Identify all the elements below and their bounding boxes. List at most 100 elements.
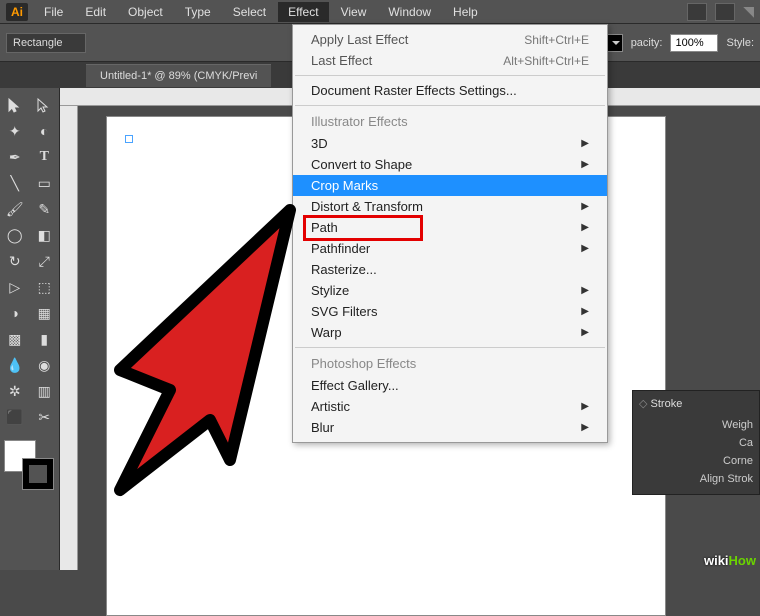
graph-tool[interactable]: ▥ (30, 378, 60, 404)
menu-select[interactable]: Select (223, 2, 276, 22)
gradient-tool[interactable]: ▮ (30, 326, 60, 352)
menu-section-photoshop: Photoshop Effects (293, 352, 607, 375)
menu-shortcut: Shift+Ctrl+E (524, 33, 589, 47)
menu-item-label: Pathfinder (311, 241, 370, 256)
menu-item-label: Warp (311, 325, 342, 340)
stroke-align-row[interactable]: Align Strok (639, 470, 753, 488)
stroke-corner-row[interactable]: Corne (639, 452, 753, 470)
menu-apply-last-effect[interactable]: Apply Last Effect Shift+Ctrl+E (293, 29, 607, 50)
ruler-vertical (60, 106, 78, 570)
line-tool[interactable]: ╲ (0, 170, 30, 196)
menu-item-label: Distort & Transform (311, 199, 423, 214)
menu-file[interactable]: File (34, 2, 73, 22)
direct-selection-tool[interactable] (30, 92, 60, 118)
menu-item-label: Rasterize... (311, 262, 377, 277)
menu-item-label: Convert to Shape (311, 157, 412, 172)
menu-svg-filters[interactable]: SVG Filters ▶ (293, 301, 607, 322)
app-logo: Ai (6, 3, 28, 21)
scale-tool[interactable]: ⤢ (30, 248, 60, 274)
menu-object[interactable]: Object (118, 2, 173, 22)
effect-menu-dropdown: Apply Last Effect Shift+Ctrl+E Last Effe… (292, 24, 608, 443)
menu-item-label: Crop Marks (311, 178, 378, 193)
submenu-arrow-icon: ▶ (581, 243, 589, 254)
menu-separator (295, 347, 605, 348)
rectangle-tool[interactable]: ▭ (30, 170, 60, 196)
menu-last-effect[interactable]: Last Effect Alt+Shift+Ctrl+E (293, 50, 607, 71)
menu-effect-gallery[interactable]: Effect Gallery... (293, 375, 607, 396)
menu-item-label: 3D (311, 136, 328, 151)
submenu-arrow-icon: ▶ (581, 159, 589, 170)
menu-section-illustrator: Illustrator Effects (293, 110, 607, 133)
pencil-tool[interactable]: ✎ (30, 196, 60, 222)
free-transform-tool[interactable]: ⬚ (30, 274, 60, 300)
menu-help[interactable]: Help (443, 2, 488, 22)
submenu-arrow-icon: ▶ (581, 285, 589, 296)
shape-selector[interactable]: Rectangle (6, 33, 86, 53)
menu-path[interactable]: Path▶ (293, 217, 607, 238)
lasso-tool[interactable]: ◐ (30, 118, 60, 144)
opacity-label: pacity: (631, 37, 663, 49)
eraser-tool[interactable]: ◧ (30, 222, 60, 248)
stroke-weight-row[interactable]: Weigh (639, 416, 753, 434)
menu-crop-marks[interactable]: Crop Marks (293, 175, 607, 196)
bridge-icon[interactable] (687, 3, 707, 21)
paintbrush-tool[interactable]: 🖌 (0, 196, 30, 222)
submenu-arrow-icon: ▶ (581, 422, 589, 433)
pen-tool[interactable]: ✒ (0, 144, 30, 170)
watermark: wikiHow (704, 553, 756, 568)
menu-window[interactable]: Window (378, 2, 441, 22)
menu-3d[interactable]: 3D ▶ (293, 133, 607, 154)
menu-separator (295, 75, 605, 76)
submenu-arrow-icon: ▶ (581, 201, 589, 212)
menu-item-label: Last Effect (311, 53, 372, 68)
menu-artistic[interactable]: Artistic▶ (293, 396, 607, 417)
rotate-tool[interactable]: ↻ (0, 248, 30, 274)
width-tool[interactable]: ▷ (0, 274, 30, 300)
slice-tool[interactable]: ✂ (30, 404, 60, 430)
selection-handle[interactable] (125, 135, 133, 143)
mesh-tool[interactable]: ▩ (0, 326, 30, 352)
artboard-tool[interactable]: ⬛ (0, 404, 30, 430)
opacity-input[interactable] (670, 34, 718, 52)
perspective-tool[interactable]: ▦ (30, 300, 60, 326)
selection-tool[interactable] (0, 92, 30, 118)
menu-blur[interactable]: Blur▶ (293, 417, 607, 438)
blob-brush-tool[interactable]: ◯ (0, 222, 30, 248)
blend-tool[interactable]: ◉ (30, 352, 60, 378)
stroke-panel[interactable]: ◇ Stroke Weigh Ca Corne Align Strok (632, 390, 760, 495)
menu-separator (295, 105, 605, 106)
magic-wand-tool[interactable]: ✦ (0, 118, 30, 144)
tools-panel: ✦ ◐ ✒ T ╲ ▭ 🖌 ✎ ◯ ◧ ↻ ⤢ ▷ ⬚ ◑ ▦ (0, 88, 60, 570)
menu-item-label: Path (311, 220, 338, 235)
menu-raster-settings[interactable]: Document Raster Effects Settings... (293, 80, 607, 101)
shape-builder-tool[interactable]: ◑ (0, 300, 30, 326)
menu-edit[interactable]: Edit (75, 2, 116, 22)
menu-pathfinder[interactable]: Pathfinder ▶ (293, 238, 607, 259)
symbol-sprayer-tool[interactable]: ✲ (0, 378, 30, 404)
menu-convert-to-shape[interactable]: Convert to Shape ▶ (293, 154, 607, 175)
stroke-color[interactable] (22, 458, 54, 490)
menu-view[interactable]: View (331, 2, 377, 22)
menu-shortcut: Alt+Shift+Ctrl+E (503, 54, 589, 68)
type-tool[interactable]: T (30, 144, 60, 170)
menu-rasterize[interactable]: Rasterize... (293, 259, 607, 280)
document-tab[interactable]: Untitled-1* @ 89% (CMYK/Previ (86, 64, 271, 87)
menu-item-label: Stylize (311, 283, 349, 298)
menu-effect[interactable]: Effect (278, 2, 328, 22)
sync-icon[interactable]: ◥ (743, 3, 754, 20)
menu-item-label: SVG Filters (311, 304, 377, 319)
menu-item-label: Artistic (311, 399, 350, 414)
eyedropper-tool[interactable]: 💧 (0, 352, 30, 378)
panel-title: ◇ Stroke (639, 397, 753, 410)
menu-type[interactable]: Type (175, 2, 221, 22)
color-swatches[interactable] (4, 440, 54, 490)
submenu-arrow-icon: ▶ (581, 138, 589, 149)
menu-distort-transform[interactable]: Distort & Transform ▶ (293, 196, 607, 217)
submenu-arrow-icon: ▶ (581, 306, 589, 317)
menu-stylize[interactable]: Stylize ▶ (293, 280, 607, 301)
stroke-cap-row[interactable]: Ca (639, 434, 753, 452)
menu-item-label: Document Raster Effects Settings... (311, 83, 517, 98)
menu-warp[interactable]: Warp▶ (293, 322, 607, 343)
arrange-icon[interactable] (715, 3, 735, 21)
styles-label: Style: (726, 37, 754, 49)
